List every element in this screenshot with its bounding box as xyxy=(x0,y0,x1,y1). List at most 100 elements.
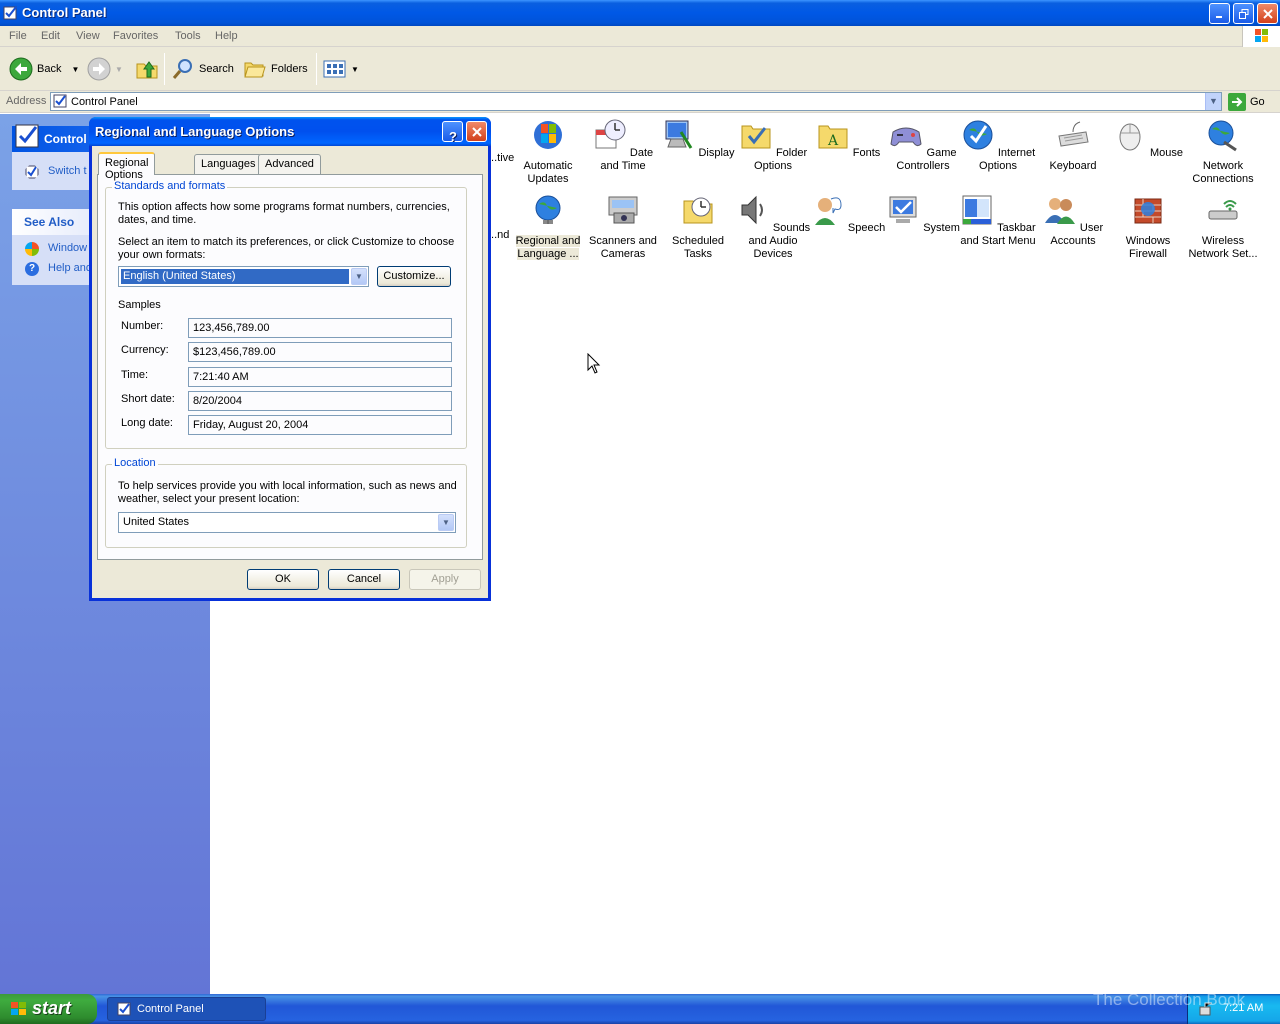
cp-item-regional-language[interactable]: Regional and Language ... xyxy=(510,193,586,261)
cp-item-label: Mouse xyxy=(1150,147,1184,159)
scheduled-tasks-icon xyxy=(683,197,713,224)
go-arrow-icon xyxy=(1228,92,1246,111)
taskbar-item-control-panel[interactable]: Control Panel xyxy=(107,997,266,1021)
close-icon xyxy=(1262,8,1273,19)
chevron-down-icon[interactable]: ▼ xyxy=(438,514,454,531)
cp-item-internet-options[interactable]: Internet Options xyxy=(960,118,1036,173)
minimize-button[interactable] xyxy=(1209,3,1230,24)
menu-tools[interactable]: Tools xyxy=(175,30,201,42)
views-button[interactable]: ▼ xyxy=(323,56,359,82)
start-button[interactable]: start xyxy=(0,994,97,1024)
automatic-updates-icon xyxy=(534,121,562,149)
cp-item-user-accounts[interactable]: User Accounts xyxy=(1035,193,1111,248)
cp-item-wireless-network-setup[interactable]: Wireless Network Set... xyxy=(1185,193,1261,261)
cp-item-sounds-audio[interactable]: Sounds and Audio Devices xyxy=(735,193,811,261)
customize-button[interactable]: Customize... xyxy=(377,266,451,287)
control-panel-small-icon xyxy=(53,94,67,108)
sample-number-field: 123,456,789.00 xyxy=(188,318,452,338)
system-icon xyxy=(889,196,917,223)
dialog-close-button[interactable] xyxy=(466,121,487,142)
wireless-network-icon xyxy=(1208,200,1238,220)
location-legend: Location xyxy=(112,457,158,469)
date-time-icon xyxy=(595,119,626,149)
watermark: The Collection Book xyxy=(1093,990,1246,1009)
cp-item-speech[interactable]: Speech xyxy=(810,193,886,235)
restore-button[interactable] xyxy=(1233,3,1254,24)
close-button[interactable] xyxy=(1257,3,1278,24)
standards-description: This option affects how some programs fo… xyxy=(118,201,450,226)
fonts-icon: A xyxy=(818,125,848,149)
tab-advanced[interactable]: Advanced xyxy=(258,154,321,174)
cp-item-fonts[interactable]: A Fonts xyxy=(810,118,886,160)
tab-languages[interactable]: Languages xyxy=(194,154,263,174)
start-label: start xyxy=(32,998,72,1018)
folders-label: Folders xyxy=(271,63,308,75)
ok-button[interactable]: OK xyxy=(247,569,319,590)
regional-language-icon xyxy=(535,195,561,224)
cp-item-automatic-updates[interactable]: Automatic Updates xyxy=(510,118,586,186)
back-arrow-icon xyxy=(9,57,33,81)
network-connections-icon xyxy=(1208,120,1237,152)
standards-select-prompt: Select an item to match its preferences,… xyxy=(118,236,455,261)
cp-item-label: Keyboard xyxy=(1049,160,1097,172)
format-select[interactable]: English (United States) ▼ xyxy=(118,266,369,287)
mouse-icon xyxy=(1119,123,1141,151)
regional-options-pane: Standards and formats This option affect… xyxy=(97,174,483,560)
go-button[interactable]: Go xyxy=(1228,92,1265,111)
back-button[interactable]: Back ▼ xyxy=(9,56,79,82)
cp-item-network-connections[interactable]: Network Connections xyxy=(1185,118,1261,186)
chevron-down-icon[interactable]: ▼ xyxy=(351,268,367,285)
cp-item-taskbar-start-menu[interactable]: Taskbar and Start Menu xyxy=(960,193,1036,248)
cp-item-label: Scheduled Tasks xyxy=(672,235,724,260)
cp-item-scanners-cameras[interactable]: Scanners and Cameras xyxy=(585,193,661,261)
cp-item-folder-options[interactable]: Folder Options xyxy=(735,118,811,173)
forward-button[interactable]: ▼ xyxy=(87,56,123,82)
dialog-help-button[interactable]: ? xyxy=(442,121,463,144)
apply-button[interactable]: Apply xyxy=(409,569,481,590)
cp-item-label: ...nd xyxy=(488,229,510,241)
cp-item-keyboard[interactable]: Keyboard xyxy=(1035,118,1111,173)
folders-button[interactable]: Folders xyxy=(243,56,308,82)
window-titlebar[interactable]: Control Panel xyxy=(0,0,1280,26)
cancel-button[interactable]: Cancel xyxy=(328,569,400,590)
menu-view[interactable]: View xyxy=(76,30,100,42)
menu-file[interactable]: File xyxy=(9,30,27,42)
cp-item-label: System xyxy=(923,222,960,234)
cp-item-date-and-time[interactable]: Date and Time xyxy=(585,118,661,173)
address-dropdown-icon[interactable]: ▼ xyxy=(1205,93,1221,110)
switch-view-icon xyxy=(25,165,39,179)
menu-edit[interactable]: Edit xyxy=(41,30,60,42)
cp-item-label: Network Connections xyxy=(1192,160,1254,185)
switch-view-label: Switch t xyxy=(48,165,87,177)
cp-item-game-controllers[interactable]: Game Controllers xyxy=(885,118,961,173)
menu-bar: File Edit View Favorites Tools Help xyxy=(0,26,1280,47)
go-label: Go xyxy=(1250,95,1265,108)
windows-flag-icon xyxy=(11,1002,26,1015)
svg-text:A: A xyxy=(827,133,839,149)
cp-item-mouse[interactable]: Mouse xyxy=(1110,118,1186,160)
address-value: Control Panel xyxy=(71,96,138,108)
search-button[interactable]: Search xyxy=(171,56,234,82)
forward-arrow-icon xyxy=(87,57,111,81)
back-dropdown-icon[interactable]: ▼ xyxy=(71,65,79,74)
menu-favorites[interactable]: Favorites xyxy=(113,30,158,42)
minimize-icon xyxy=(1215,15,1222,18)
cp-item-label: Sounds and Audio Devices xyxy=(748,222,811,260)
location-select[interactable]: United States ▼ xyxy=(118,512,456,533)
cp-item-scheduled-tasks[interactable]: Scheduled Tasks xyxy=(660,193,736,261)
dialog-titlebar[interactable]: Regional and Language Options ? xyxy=(89,117,491,146)
close-icon xyxy=(471,126,482,137)
cp-item-windows-firewall[interactable]: Windows Firewall xyxy=(1110,193,1186,261)
address-bar: Address Control Panel ▼ Go xyxy=(0,91,1280,113)
address-input[interactable]: Control Panel ▼ xyxy=(50,92,1222,111)
menu-help[interactable]: Help xyxy=(215,30,238,42)
tab-regional-options[interactable]: Regional Options xyxy=(98,152,156,181)
cp-item-system[interactable]: System xyxy=(885,193,961,235)
format-select-value: English (United States) xyxy=(120,268,350,285)
cp-item-label: Fonts xyxy=(852,147,881,159)
cp-item-display[interactable]: Display xyxy=(660,118,736,160)
folders-icon xyxy=(244,62,266,78)
up-folder-button[interactable] xyxy=(135,56,159,82)
display-icon xyxy=(665,120,693,149)
scanners-cameras-icon xyxy=(608,196,638,224)
